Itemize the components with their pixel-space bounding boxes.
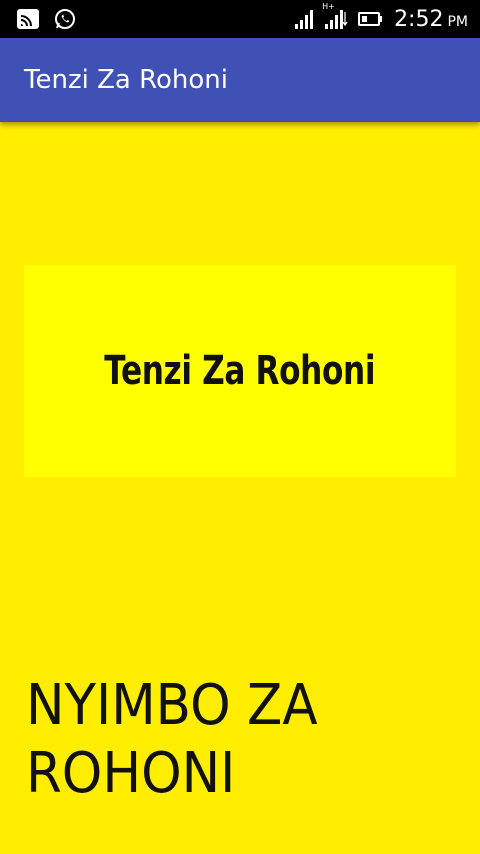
status-left-icons [16, 8, 76, 30]
logo-banner: Tenzi Za Rohoni [24, 265, 456, 477]
clock-time: 2:52 [394, 6, 444, 32]
battery-icon [358, 11, 384, 27]
main-heading: NYIMBO ZA ROHONI [26, 673, 318, 806]
network-type-label: H+ [322, 2, 335, 11]
signal-h-plus-icon: H+ [322, 2, 348, 30]
signal-icon [294, 8, 314, 30]
clock-ampm: PM [447, 13, 468, 30]
status-right-icons: H+ 2:52 PM [294, 2, 468, 32]
main-content: Tenzi Za Rohoni NYIMBO ZA ROHONI [0, 122, 480, 854]
status-bar: H+ 2:52 PM [0, 0, 480, 38]
clock: 2:52 PM [394, 7, 468, 32]
logo-text: Tenzi Za Rohoni [104, 348, 376, 394]
whatsapp-icon [54, 8, 76, 30]
app-title: Tenzi Za Rohoni [24, 65, 228, 95]
cast-icon [16, 8, 40, 30]
app-bar: Tenzi Za Rohoni [0, 38, 480, 122]
